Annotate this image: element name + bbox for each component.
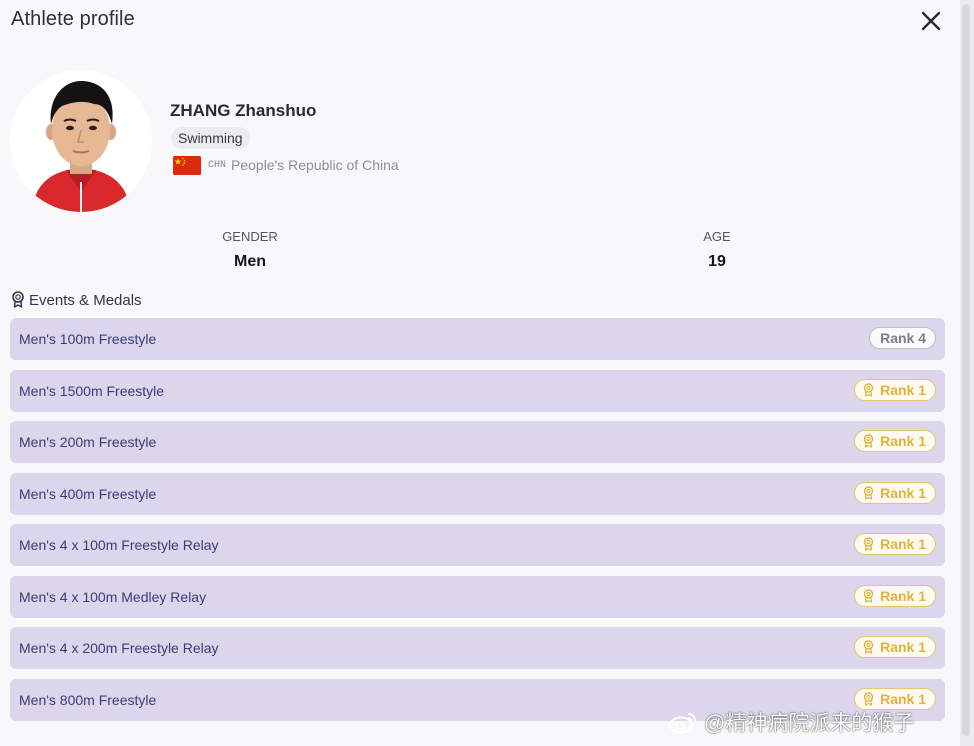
event-name: Men's 800m Freestyle (19, 692, 157, 708)
event-name: Men's 400m Freestyle (19, 486, 157, 502)
gender-value: Men (234, 253, 266, 270)
event-row[interactable]: Men's 1500m Freestyle Rank 1 (10, 370, 945, 412)
rank-label: Rank 1 (880, 485, 926, 501)
event-row[interactable]: Men's 400m Freestyle Rank 1 (10, 473, 945, 515)
noc-code: CHN (208, 160, 227, 171)
country-name: People's Republic of China (231, 157, 399, 173)
page-title: Athlete profile (11, 8, 135, 30)
gold-rank-badge: Rank 1 (854, 430, 936, 452)
gold-rank-badge: Rank 1 (854, 636, 936, 658)
gold-rank-badge: Rank 1 (854, 379, 936, 401)
watermark: @精神病院派来的猴子 (668, 707, 914, 737)
gold-rank-badge: Rank 1 (854, 585, 936, 607)
rank-label: Rank 1 (880, 639, 926, 655)
medal-icon (863, 692, 874, 706)
event-row[interactable]: Men's 200m Freestyle Rank 1 (10, 421, 945, 463)
athlete-avatar (10, 70, 152, 212)
age-label: AGE (703, 229, 731, 244)
event-name: Men's 4 x 200m Freestyle Relay (19, 640, 219, 656)
event-name: Men's 4 x 100m Freestyle Relay (19, 537, 219, 553)
china-flag-icon (173, 156, 201, 175)
event-row[interactable]: Men's 100m Freestyle Rank 4 (10, 318, 945, 360)
events-section-title: Events & Medals (11, 291, 142, 309)
watermark-text: @精神病院派来的猴子 (704, 712, 915, 735)
event-row[interactable]: Men's 4 x 100m Medley Relay Rank 1 (10, 576, 945, 618)
athlete-name: ZHANG Zhanshuo (170, 101, 317, 120)
rank-label: Rank 1 (880, 691, 926, 707)
medal-icon (863, 640, 874, 654)
event-name: Men's 100m Freestyle (19, 331, 157, 347)
event-name: Men's 4 x 100m Medley Relay (19, 589, 207, 605)
rank-label: Rank 1 (880, 588, 926, 604)
medal-icon (863, 486, 874, 500)
close-icon (921, 11, 941, 31)
event-row[interactable]: Men's 4 x 100m Freestyle Relay Rank 1 (10, 524, 945, 566)
event-row[interactable]: Men's 4 x 200m Freestyle Relay Rank 1 (10, 627, 945, 669)
medal-icon (863, 589, 874, 603)
rank-label: Rank 1 (880, 536, 926, 552)
age-value: 19 (708, 253, 726, 270)
medal-icon (863, 434, 874, 448)
event-name: Men's 1500m Freestyle (19, 383, 165, 399)
rank-badge: Rank 4 (869, 327, 936, 349)
rank-label: Rank 4 (880, 330, 926, 346)
medal-icon (863, 537, 874, 551)
medal-icon (863, 383, 874, 397)
event-name: Men's 200m Freestyle (19, 434, 157, 450)
rank-label: Rank 1 (880, 433, 926, 449)
gold-rank-badge: Rank 1 (854, 482, 936, 504)
athlete-profile-panel: Athlete profile ZHANG Zhanshuo Swimming … (0, 0, 960, 746)
sport-tag: Swimming (171, 127, 250, 149)
rank-label: Rank 1 (880, 382, 926, 398)
weibo-icon (669, 713, 696, 734)
gold-rank-badge: Rank 1 (854, 533, 936, 555)
gender-label: GENDER (222, 229, 278, 244)
events-section-label: Events & Medals (29, 292, 142, 309)
medal-icon (12, 291, 24, 308)
scrollbar-thumb[interactable] (962, 4, 970, 736)
close-button[interactable] (916, 6, 946, 36)
